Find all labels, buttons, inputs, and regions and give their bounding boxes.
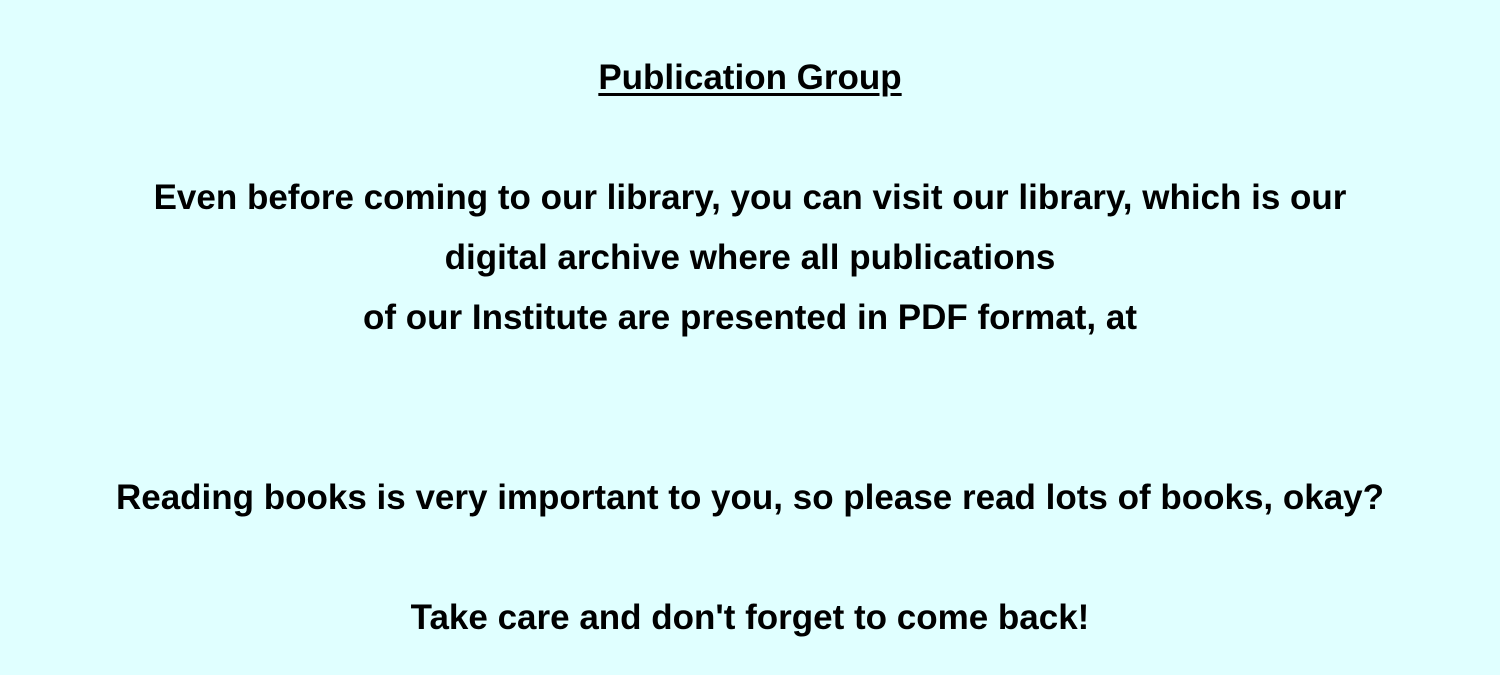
- intro-line-2: digital archive where all publications: [444, 238, 1056, 277]
- page-title: Publication Group: [598, 58, 902, 97]
- reading-message: Reading books is very important to you, …: [115, 478, 1385, 517]
- farewell-message: Take care and don't forget to come back!: [410, 598, 1090, 637]
- publication-group-page: Publication Group Even before coming to …: [0, 0, 1500, 675]
- intro-line-1: Even before coming to our library, you c…: [153, 178, 1347, 217]
- page-title-container: Publication Group: [0, 58, 1500, 98]
- intro-line-3: of our Institute are presented in PDF fo…: [363, 298, 1137, 337]
